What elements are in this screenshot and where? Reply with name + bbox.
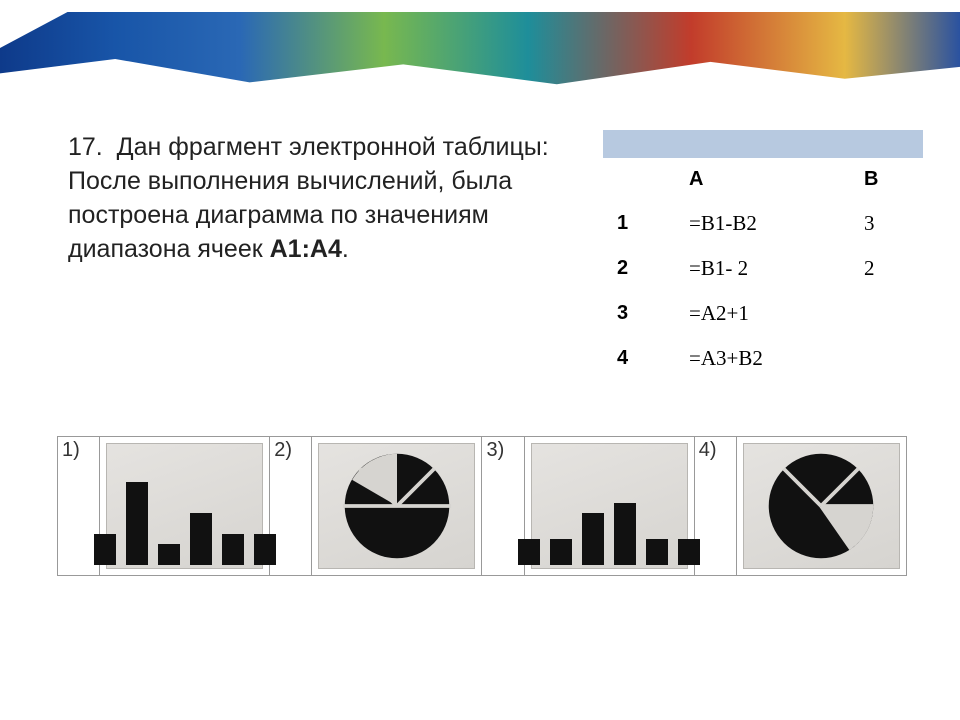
row2-num: 2 xyxy=(603,246,675,291)
pie-chart-4 xyxy=(765,450,877,562)
row3-num: 3 xyxy=(603,291,675,336)
content-row: 17. Дан фрагмент электронной таблицы: По… xyxy=(68,130,923,381)
choice-2-chart xyxy=(312,437,482,576)
cell-b3 xyxy=(850,291,923,336)
cell-a2: =B1- 2 xyxy=(675,246,850,291)
bar-chart-1 xyxy=(94,461,276,569)
spreadsheet-table: A B 1 =B1-B2 3 2 =B1- 2 2 3 =A2+1 4 =A3+… xyxy=(603,130,923,381)
question-number: 17. xyxy=(68,133,103,161)
sheet-header-blank xyxy=(603,130,923,158)
cell-a3: =A2+1 xyxy=(675,291,850,336)
cell-b2: 2 xyxy=(850,246,923,291)
choice-4-number: 4) xyxy=(694,437,736,576)
choice-1-chart xyxy=(100,437,270,576)
answer-choices: 1) 2) xyxy=(57,436,907,576)
question-line1: Дан фрагмент электронной таблицы: xyxy=(117,133,549,161)
row1-num: 1 xyxy=(603,201,675,246)
sheet-col-labels: A B xyxy=(603,158,923,201)
sheet-row-3: 3 =A2+1 xyxy=(603,291,923,336)
row4-num: 4 xyxy=(603,336,675,381)
choice-3-chart xyxy=(524,437,694,576)
question-prompt: 17. Дан фрагмент электронной таблицы: По… xyxy=(68,130,583,266)
choice-4-chart xyxy=(736,437,906,576)
cell-b4 xyxy=(850,336,923,381)
col-a-label: A xyxy=(675,158,850,201)
cell-a1: =B1-B2 xyxy=(675,201,850,246)
decorative-banner xyxy=(0,0,960,95)
bar-chart-3 xyxy=(518,461,700,569)
question-period: . xyxy=(342,235,349,263)
sheet-row-1: 1 =B1-B2 3 xyxy=(603,201,923,246)
sheet-row-2: 2 =B1- 2 2 xyxy=(603,246,923,291)
choice-2-number: 2) xyxy=(270,437,312,576)
cell-a4: =A3+B2 xyxy=(675,336,850,381)
col-b-label: B xyxy=(850,158,923,201)
sheet-row-4: 4 =A3+B2 xyxy=(603,336,923,381)
cell-b1: 3 xyxy=(850,201,923,246)
question-range: A1:A4 xyxy=(270,235,342,263)
pie-chart-2 xyxy=(341,450,453,562)
